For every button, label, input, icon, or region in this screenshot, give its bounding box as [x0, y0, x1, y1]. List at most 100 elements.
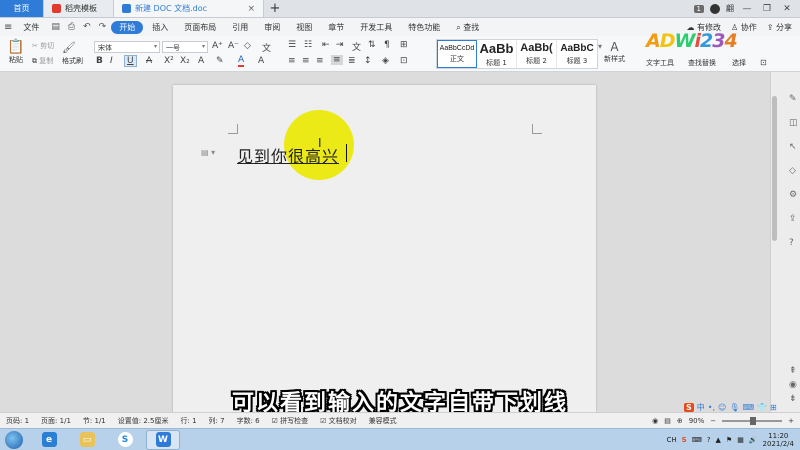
zoom-out-icon[interactable]: −: [710, 417, 716, 425]
tray-lang[interactable]: CH: [667, 436, 677, 444]
tray-arrow-icon[interactable]: ▲: [716, 436, 721, 444]
taskbar-explorer[interactable]: ▭: [70, 430, 104, 450]
taskbar-ie[interactable]: e: [32, 430, 66, 450]
decrease-indent-icon[interactable]: ⇤: [322, 40, 330, 50]
superscript-icon[interactable]: X²: [164, 56, 174, 66]
prev-page-icon[interactable]: ⇞: [789, 366, 797, 376]
status-spell-check[interactable]: ☑ 拼写检查: [266, 416, 315, 426]
font-name-select[interactable]: 宋体 ▾: [94, 41, 160, 53]
view-mode-icon[interactable]: ◉: [652, 417, 658, 425]
tray-flag-icon[interactable]: ⚑: [726, 436, 732, 444]
font-size-select[interactable]: 一号 ▾: [162, 41, 208, 53]
paragraph-handle-icon[interactable]: ▤ ▾: [201, 148, 215, 157]
bullet-list-icon[interactable]: ☰: [288, 40, 296, 50]
fill-color-icon[interactable]: ◈: [382, 56, 389, 66]
shading-icon[interactable]: A: [258, 56, 264, 66]
style-heading-3[interactable]: AaBbC 标题 3: [557, 40, 597, 68]
text-effect-icon[interactable]: ✎: [216, 56, 224, 66]
clear-format-icon[interactable]: ◇: [244, 41, 251, 51]
sidebar-shape-icon[interactable]: ◇: [789, 166, 796, 176]
document-text[interactable]: 见到你很高兴: [237, 143, 339, 167]
align-justify-icon[interactable]: ≡: [331, 55, 343, 65]
borders-icon[interactable]: ⊡: [400, 56, 408, 66]
menu-references[interactable]: 引用: [225, 22, 255, 33]
taskbar-sogou[interactable]: S: [108, 430, 142, 450]
sidebar-select-icon[interactable]: ↖: [789, 142, 797, 152]
close-tab-icon[interactable]: ×: [247, 4, 255, 14]
tray-volume-icon[interactable]: 🔊: [749, 436, 758, 444]
copy-button[interactable]: ⧉ 复制: [32, 56, 53, 66]
save-icon[interactable]: ▤: [48, 22, 63, 32]
sidebar-style-icon[interactable]: ◫: [789, 118, 798, 128]
align-right-icon[interactable]: ≡: [316, 56, 324, 66]
italic-icon[interactable]: I: [110, 56, 113, 66]
grow-font-icon[interactable]: A⁺: [212, 41, 223, 51]
zoom-slider[interactable]: [722, 416, 783, 425]
sidebar-share-icon[interactable]: ⇪: [789, 214, 797, 224]
table-icon[interactable]: ⊞: [400, 40, 408, 50]
scroll-styles-icon[interactable]: ▾: [598, 42, 602, 51]
style-normal[interactable]: AaBbCcDd 正文: [437, 40, 477, 68]
menu-search[interactable]: ⌕ 查找: [449, 22, 486, 33]
undo-icon[interactable]: ↶: [80, 22, 94, 32]
shrink-font-icon[interactable]: A⁻: [228, 41, 239, 51]
underline-icon[interactable]: U: [124, 55, 137, 67]
cut-button[interactable]: ✂ 剪切: [32, 41, 54, 51]
align-center-icon[interactable]: ≡: [302, 56, 310, 66]
sidebar-help-icon[interactable]: ?: [789, 238, 794, 248]
menu-developer[interactable]: 开发工具: [353, 22, 399, 33]
menu-home[interactable]: 开始: [111, 20, 144, 34]
text-tools-button[interactable]: 文字工具: [646, 58, 674, 68]
avatar[interactable]: [710, 3, 720, 14]
vertical-scrollbar[interactable]: [772, 96, 777, 241]
font-color-icon[interactable]: A: [238, 56, 245, 67]
tray-keyboard-icon[interactable]: ⌨: [692, 436, 702, 444]
menu-features[interactable]: 特色功能: [401, 22, 447, 33]
show-marks-icon[interactable]: ¶: [384, 40, 390, 50]
distributed-icon[interactable]: ≣: [348, 56, 356, 66]
tab-document[interactable]: 新建 DOC 文档.doc ×: [114, 0, 264, 17]
zoom-value[interactable]: 90%: [689, 417, 705, 425]
format-painter-button[interactable]: 格式刷: [62, 56, 83, 66]
taskbar-wps[interactable]: W: [146, 429, 180, 450]
sidebar-settings-icon[interactable]: ⚙: [789, 190, 797, 200]
style-heading-1[interactable]: AaBb 标题 1: [477, 40, 517, 68]
menu-page-layout[interactable]: 页面布局: [177, 22, 223, 33]
restore-icon[interactable]: ❐: [760, 4, 774, 14]
status-word-count[interactable]: 字数: 6: [231, 416, 266, 426]
numbered-list-icon[interactable]: ☷: [304, 40, 312, 50]
ribbon-expand-icon[interactable]: ⊡: [760, 58, 767, 67]
zoom-in-icon[interactable]: +: [788, 417, 794, 425]
tray-clock[interactable]: 11:20 2021/2/4: [763, 432, 794, 448]
status-proofread[interactable]: ☑ 文档校对: [314, 416, 363, 426]
tab-daoke-templates[interactable]: 稻壳模板: [44, 0, 114, 17]
web-layout-icon[interactable]: ⊕: [677, 417, 683, 425]
start-button[interactable]: [0, 429, 28, 450]
tray-sogou-icon[interactable]: S: [682, 436, 687, 444]
menu-icon[interactable]: ≡: [4, 22, 14, 33]
redo-icon[interactable]: ↷: [96, 22, 110, 32]
status-page-number[interactable]: 页码: 1: [0, 416, 35, 426]
menu-section[interactable]: 章节: [321, 22, 351, 33]
minimize-icon[interactable]: —: [740, 4, 754, 14]
pinyin-icon[interactable]: 文: [262, 41, 271, 54]
new-tab-button[interactable]: +: [264, 0, 286, 17]
sort-icon[interactable]: ⇅: [368, 40, 376, 50]
new-style-button[interactable]: A 新样式: [604, 40, 625, 64]
style-heading-2[interactable]: AaBb( 标题 2: [517, 40, 557, 68]
print-layout-icon[interactable]: ▤: [664, 417, 671, 425]
char-border-icon[interactable]: A: [198, 56, 204, 66]
close-window-icon[interactable]: ✕: [780, 4, 794, 14]
document-page[interactable]: [173, 85, 596, 412]
select-button[interactable]: 选择: [732, 58, 746, 68]
strikethrough-icon[interactable]: A: [146, 56, 152, 66]
sidebar-pen-icon[interactable]: ✎: [789, 94, 797, 104]
ime-toolbar[interactable]: S 中 •, ☺ 🎙 ⌨ 👕 ⊞: [684, 402, 777, 413]
menu-file[interactable]: 文件: [16, 22, 46, 33]
find-replace-button[interactable]: 查找替换: [688, 58, 716, 68]
bold-icon[interactable]: B: [96, 56, 103, 66]
tray-help-icon[interactable]: ?: [707, 436, 711, 444]
menu-view[interactable]: 视图: [289, 22, 319, 33]
menu-insert[interactable]: 插入: [145, 22, 175, 33]
subscript-icon[interactable]: X₂: [180, 56, 190, 66]
